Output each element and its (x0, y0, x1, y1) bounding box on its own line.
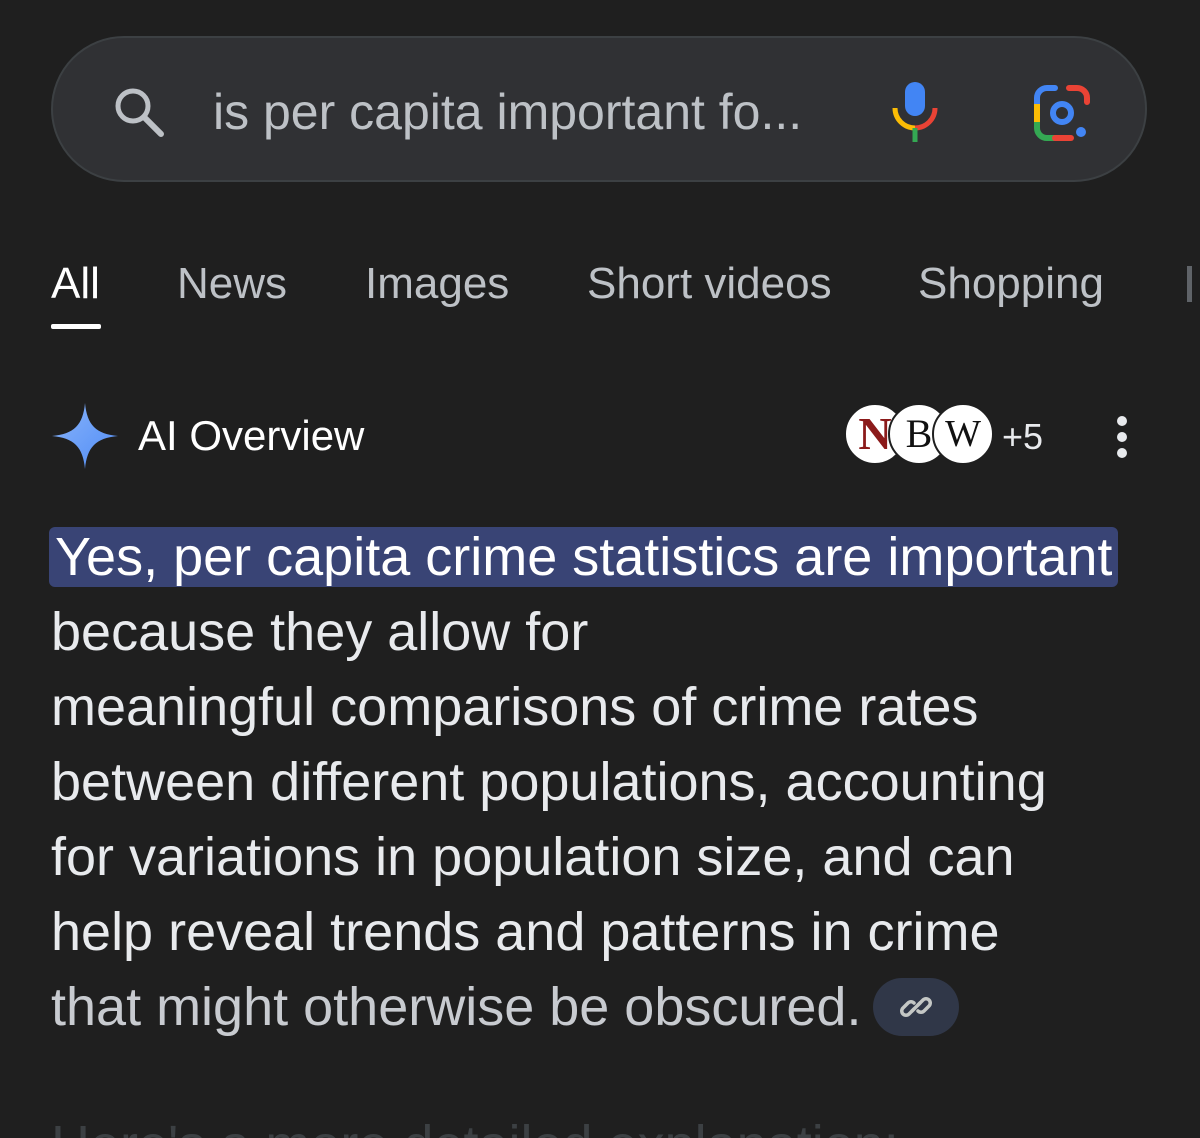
overview-line-5: help reveal trends and patterns in crime (51, 902, 1000, 962)
next-section-partial: Here's a more detailed explanation: (51, 1108, 1161, 1138)
ai-overview-header: AI Overview N B W +5 (0, 395, 1200, 485)
overview-line-6: that might otherwise be obscured. (51, 977, 862, 1037)
overview-line-2: meaningful comparisons of crime rates (51, 677, 979, 737)
more-sources-count[interactable]: +5 (1002, 415, 1043, 459)
tab-shopping[interactable]: Shopping (918, 258, 1104, 310)
search-tabs: All News Images Short videos Shopping (0, 250, 1200, 340)
search-input[interactable]: is per capita important fo... (213, 82, 802, 142)
overview-line-4: for variations in population size, and c… (51, 827, 1015, 887)
link-icon (900, 996, 933, 1017)
active-tab-indicator (51, 324, 101, 329)
next-section-text: Here's a more detailed explanation: (51, 1108, 1161, 1138)
mic-icon[interactable] (887, 78, 943, 146)
google-lens-icon[interactable] (1031, 82, 1093, 144)
tab-overflow-edge (1187, 266, 1192, 302)
highlighted-answer: Yes, per capita crime statistics are imp… (49, 527, 1119, 587)
tab-short-videos[interactable]: Short videos (587, 258, 832, 310)
source-avatar-w[interactable]: W (932, 403, 994, 465)
search-icon[interactable] (109, 82, 169, 142)
source-avatars[interactable]: N B W (844, 403, 994, 469)
tab-all[interactable]: All (51, 258, 100, 310)
ai-sparkle-icon (52, 403, 118, 469)
citation-link-button[interactable] (873, 977, 960, 1036)
ai-overview-title: AI Overview (138, 412, 365, 459)
tab-news[interactable]: News (177, 258, 287, 310)
search-bar[interactable]: is per capita important fo... (51, 36, 1147, 182)
overview-line-1: because they allow for (51, 602, 589, 662)
more-vert-icon[interactable] (1106, 413, 1138, 461)
tab-images[interactable]: Images (365, 258, 509, 310)
ai-overview-text: Yes, per capita crime statistics are imp… (49, 520, 1161, 1045)
overview-line-3: between different populations, accountin… (51, 752, 1047, 812)
